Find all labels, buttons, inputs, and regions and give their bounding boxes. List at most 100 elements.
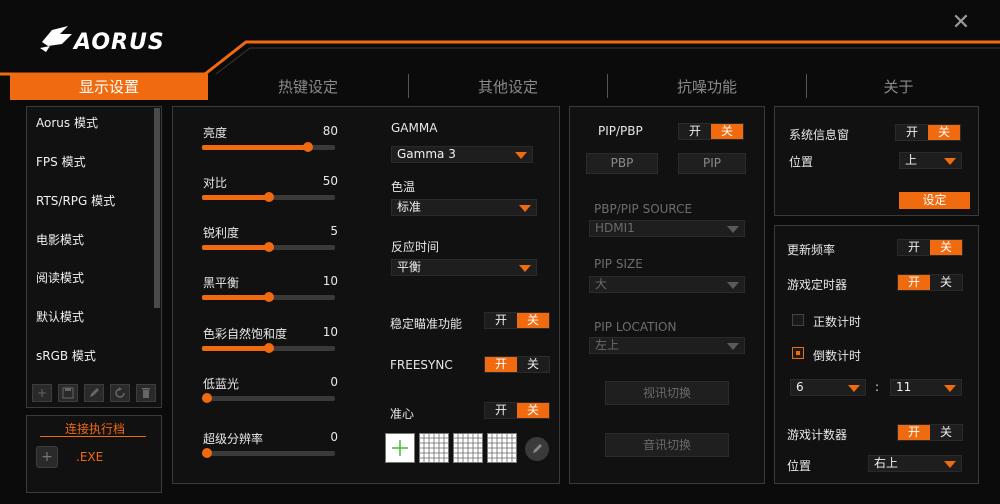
pip-location-dropdown[interactable]: 左上 — [589, 337, 745, 354]
add-exe-button[interactable]: + — [36, 446, 58, 468]
gamma-value: Gamma 3 — [397, 147, 456, 161]
mode-item-default[interactable]: 默认模式 — [36, 308, 84, 325]
header-accent-line — [0, 40, 1000, 76]
toggle-off[interactable]: 关 — [930, 240, 962, 255]
chevron-down-icon — [727, 343, 739, 350]
slider-track[interactable] — [202, 242, 335, 252]
toggle-off[interactable]: 关 — [930, 425, 962, 440]
chevron-down-icon — [944, 461, 956, 468]
slider-knob[interactable] — [202, 448, 212, 458]
audio-switch-button[interactable]: 音讯切换 — [605, 433, 729, 457]
gamma-dropdown[interactable]: Gamma 3 — [391, 146, 533, 163]
sysinfo-settings-button[interactable]: 设定 — [899, 192, 970, 209]
crosshair-style-4[interactable] — [487, 433, 517, 463]
toggle-on[interactable]: 开 — [485, 357, 517, 372]
exec-link-underline — [40, 436, 146, 437]
toggle-off[interactable]: 关 — [517, 403, 549, 418]
response-time-value: 平衡 — [397, 260, 422, 274]
sysinfo-label: 系统信息窗 — [789, 128, 850, 142]
freesync-toggle[interactable]: 开 关 — [484, 356, 550, 373]
color-temp-dropdown[interactable]: 标准 — [391, 199, 537, 216]
mode-item-aorus[interactable]: Aorus 模式 — [36, 114, 98, 131]
save-icon[interactable] — [58, 384, 78, 402]
sysinfo-toggle[interactable]: 开 关 — [895, 124, 961, 141]
toggle-on[interactable]: 开 — [485, 313, 517, 328]
tab-hotkey-settings[interactable]: 热键设定 — [208, 74, 408, 100]
timer-minutes-value: 6 — [796, 380, 804, 394]
mode-item-fps[interactable]: FPS 模式 — [36, 153, 86, 170]
slider-knob[interactable] — [264, 192, 274, 202]
toggle-on[interactable]: 开 — [898, 240, 930, 255]
toggle-off[interactable]: 关 — [517, 357, 549, 372]
toggle-off[interactable]: 关 — [711, 124, 743, 139]
refresh-rate-toggle[interactable]: 开 关 — [897, 239, 963, 256]
slider-knob[interactable] — [264, 343, 274, 353]
delete-icon[interactable] — [136, 384, 156, 402]
video-switch-button[interactable]: 视讯切换 — [605, 381, 729, 405]
stabilizer-toggle[interactable]: 开 关 — [484, 312, 550, 329]
slider-track[interactable] — [202, 393, 335, 403]
sysinfo-position-value: 上 — [905, 153, 918, 167]
slider-knob[interactable] — [303, 142, 313, 152]
toggle-on[interactable]: 开 — [485, 403, 517, 418]
toggle-on[interactable]: 开 — [896, 125, 928, 140]
toggle-on[interactable]: 开 — [679, 124, 711, 139]
slider-track[interactable] — [202, 448, 335, 458]
crosshair-toggle[interactable]: 开 关 — [484, 402, 550, 419]
tab-display-settings[interactable]: 显示设置 — [10, 74, 208, 100]
slider-knob[interactable] — [202, 393, 212, 403]
toggle-on[interactable]: 开 — [898, 275, 930, 290]
game-tools-panel — [774, 225, 979, 484]
toggle-off[interactable]: 关 — [930, 275, 962, 290]
slider-value: 10 — [322, 325, 338, 339]
timer-minutes-dropdown[interactable]: 6 — [790, 379, 866, 396]
freesync-label: FREESYNC — [390, 358, 453, 372]
pip-source-value: HDMI1 — [595, 221, 635, 235]
tab-noise-cancel[interactable]: 抗噪功能 — [608, 74, 806, 100]
slider-label: 黑平衡 — [203, 276, 240, 290]
mode-item-srgb[interactable]: sRGB 模式 — [36, 347, 96, 364]
slider-knob[interactable] — [264, 242, 274, 252]
toggle-on[interactable]: 开 — [898, 425, 930, 440]
mode-item-rts-rpg[interactable]: RTS/RPG 模式 — [36, 192, 115, 209]
pbp-button[interactable]: PBP — [586, 153, 658, 174]
slider-value: 80 — [322, 124, 338, 138]
slider-track[interactable] — [202, 343, 335, 353]
countup-label: 正数计时 — [813, 315, 862, 329]
close-icon[interactable]: ✕ — [950, 12, 972, 34]
crosshair-edit-icon[interactable] — [525, 437, 549, 461]
response-time-dropdown[interactable]: 平衡 — [391, 259, 537, 276]
slider-track[interactable] — [202, 292, 335, 302]
crosshair-style-2[interactable] — [419, 433, 449, 463]
slider-knob[interactable] — [264, 292, 274, 302]
pip-toggle[interactable]: 开 关 — [678, 123, 744, 140]
slider-label: 亮度 — [203, 126, 228, 140]
tab-other-settings[interactable]: 其他设定 — [409, 74, 607, 100]
tab-about[interactable]: 关于 — [807, 74, 990, 100]
reset-icon[interactable] — [110, 384, 130, 402]
slider-track[interactable] — [202, 192, 335, 202]
game-counter-position-dropdown[interactable]: 右上 — [868, 455, 962, 472]
mode-item-movie[interactable]: 电影模式 — [36, 231, 84, 248]
mode-item-reading[interactable]: 阅读模式 — [36, 269, 84, 286]
pip-size-dropdown[interactable]: 大 — [589, 276, 745, 293]
pip-source-dropdown[interactable]: HDMI1 — [589, 220, 745, 237]
toggle-off[interactable]: 关 — [928, 125, 960, 140]
countup-radio[interactable] — [792, 314, 804, 326]
slider-track[interactable] — [202, 142, 335, 152]
edit-icon[interactable] — [84, 384, 104, 402]
toggle-off[interactable]: 关 — [517, 313, 549, 328]
countdown-radio[interactable] — [792, 347, 804, 359]
sysinfo-position-dropdown[interactable]: 上 — [899, 152, 962, 169]
crosshair-style-3[interactable] — [453, 433, 483, 463]
game-timer-toggle[interactable]: 开 关 — [897, 274, 963, 291]
pip-button[interactable]: PIP — [678, 153, 746, 174]
exec-link-title[interactable]: 连接执行档 — [65, 420, 125, 437]
mode-list-scrollbar[interactable] — [154, 108, 160, 308]
add-mode-button[interactable]: + — [32, 384, 52, 402]
timer-seconds-dropdown[interactable]: 11 — [890, 379, 962, 396]
crosshair-style-1[interactable] — [385, 433, 415, 463]
crosshair-label: 准心 — [390, 407, 415, 421]
game-counter-toggle[interactable]: 开 关 — [897, 424, 963, 441]
slider-fill — [202, 245, 269, 250]
